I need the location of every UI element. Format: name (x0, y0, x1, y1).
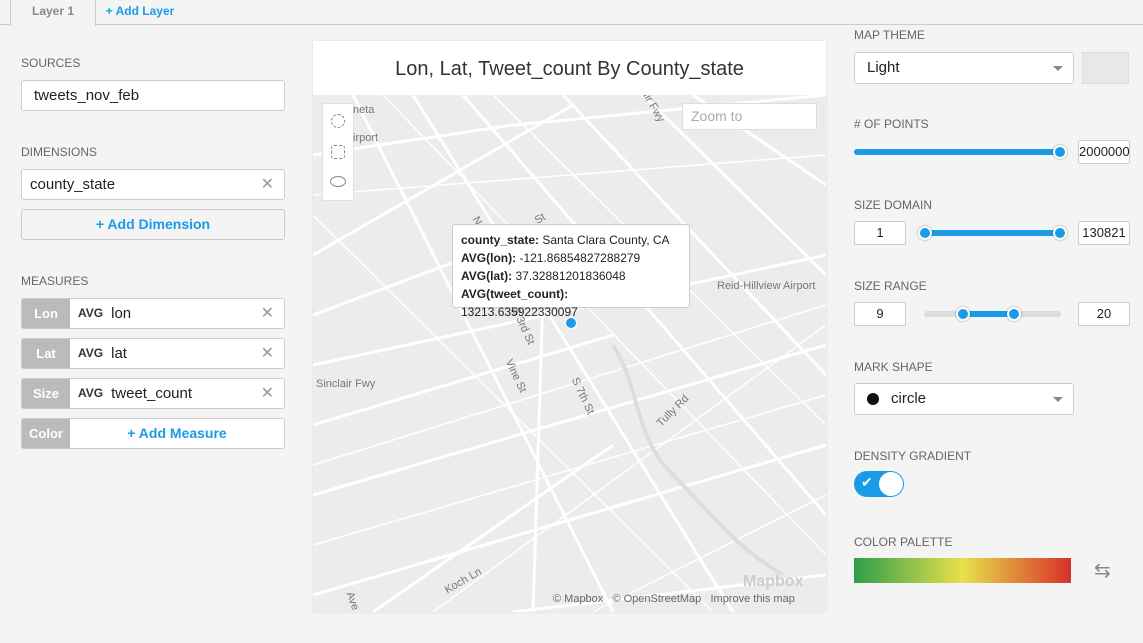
mark-shape-value: circle (891, 390, 927, 407)
sources-label: SOURCES (21, 56, 81, 70)
tab-layer-1[interactable]: Layer 1 (10, 0, 96, 26)
mark-shape-label: MARK SHAPE (854, 360, 933, 374)
color-measure[interactable]: Color + Add Measure (21, 418, 285, 449)
size-range-label: SIZE RANGE (854, 279, 927, 293)
polygon-select-icon[interactable] (331, 145, 345, 159)
tooltip-row: AVG(lat): 37.32881201836048 (461, 269, 626, 283)
density-label: DENSITY GRADIENT (854, 449, 972, 463)
measure-lat[interactable]: Lat AVG lat ✕ (21, 338, 285, 369)
tooltip-row: county_state: Santa Clara County, CA (461, 233, 670, 247)
chart-panel: Lon, Lat, Tweet_count By County_state ne… (313, 41, 826, 612)
slider-handle[interactable] (956, 307, 970, 321)
chart-title: Lon, Lat, Tweet_count By County_state (395, 58, 744, 80)
color-palette-bar[interactable] (854, 558, 1071, 583)
add-layer-button[interactable]: + Add Layer (100, 0, 180, 25)
draw-tools (322, 103, 354, 201)
map-theme-value: Light (867, 59, 900, 76)
close-icon[interactable]: ✕ (261, 339, 284, 368)
size-domain-label: SIZE DOMAIN (854, 198, 933, 212)
size-domain-max[interactable]: 130821 (1078, 221, 1130, 245)
aggregate-label[interactable]: AVG (70, 339, 111, 368)
measure-tag: Size (22, 379, 70, 408)
map-tooltip: county_state: Santa Clara County, CA AVG… (452, 224, 690, 319)
tooltip-row: AVG(lon): -121.86854827288279 (461, 251, 641, 265)
map-theme-thumbnail (1082, 52, 1129, 84)
slider-handle[interactable] (1053, 226, 1067, 240)
mapbox-link[interactable]: © Mapbox (553, 593, 603, 605)
close-icon[interactable]: ✕ (261, 170, 274, 199)
map-point[interactable] (565, 317, 577, 329)
close-icon[interactable]: ✕ (261, 379, 284, 408)
lasso-icon[interactable] (330, 176, 346, 187)
measure-field: lat (111, 345, 127, 362)
size-range-min[interactable]: 9 (854, 302, 906, 326)
measure-tag: Lon (22, 299, 70, 328)
chevron-down-icon (1053, 397, 1063, 407)
circle-icon (867, 393, 879, 405)
mark-shape-select[interactable]: circle (854, 383, 1074, 415)
close-icon[interactable]: ✕ (261, 299, 284, 328)
measure-tweet_count[interactable]: Size AVG tweet_count ✕ (21, 378, 285, 409)
measure-lon[interactable]: Lon AVG lon ✕ (21, 298, 285, 329)
measure-tag: Color (22, 419, 70, 448)
points-label: # OF POINTS (854, 117, 929, 131)
map-attribution: © Mapbox © OpenStreetMap Improve this ma… (553, 593, 795, 605)
measure-tag: Lat (22, 339, 70, 368)
add-dimension-button[interactable]: + Add Dimension (21, 209, 285, 240)
zoom-to-input[interactable]: Zoom to (682, 103, 817, 130)
size-range-slider[interactable] (924, 307, 1061, 321)
aggregate-label[interactable]: AVG (70, 379, 111, 408)
measures-label: MEASURES (21, 274, 89, 288)
map[interactable]: neta irport Reid-Hillview Airport Sincla… (313, 95, 826, 612)
palette-label: COLOR PALETTE (854, 535, 953, 549)
size-domain-min[interactable]: 1 (854, 221, 906, 245)
map-theme-select[interactable]: Light (854, 52, 1074, 84)
map-label: irport (353, 132, 379, 144)
dimensions-label: DIMENSIONS (21, 145, 98, 159)
dimension-field[interactable]: county_state ✕ (21, 169, 285, 200)
points-slider[interactable] (854, 145, 1067, 159)
map-roads (313, 95, 826, 612)
source-input[interactable]: tweets_nov_feb (21, 80, 285, 111)
size-range-max[interactable]: 20 (1078, 302, 1130, 326)
points-input[interactable]: 2000000 (1078, 140, 1130, 164)
circle-select-icon[interactable] (331, 114, 345, 128)
map-theme-label: MAP THEME (854, 28, 925, 42)
tooltip-row: AVG(tweet_count): 13213.635922330097 (461, 287, 578, 319)
osm-link[interactable]: © OpenStreetMap (612, 593, 701, 605)
improve-map-link[interactable]: Improve this map (710, 593, 794, 605)
mapbox-logo: Mapbox (743, 573, 804, 590)
aggregate-label[interactable]: AVG (70, 299, 111, 328)
map-label: Reid-Hillview Airport (717, 280, 816, 292)
chevron-down-icon (1053, 66, 1063, 76)
swap-icon[interactable]: ⇆ (1094, 558, 1111, 583)
measure-field: lon (111, 305, 132, 322)
slider-handle[interactable] (1053, 145, 1067, 159)
check-icon: ✔ (861, 474, 873, 490)
map-label: Sinclair Fwy (316, 378, 376, 390)
slider-handle[interactable] (1007, 307, 1021, 321)
dimension-value: county_state (30, 176, 116, 193)
density-toggle[interactable]: ✔ (854, 471, 904, 497)
size-domain-slider[interactable] (918, 226, 1067, 240)
slider-handle[interactable] (918, 226, 932, 240)
add-measure-button[interactable]: + Add Measure (70, 419, 284, 448)
measure-field: tweet_count (111, 385, 193, 402)
map-label: neta (353, 104, 375, 116)
toggle-knob (879, 472, 903, 496)
